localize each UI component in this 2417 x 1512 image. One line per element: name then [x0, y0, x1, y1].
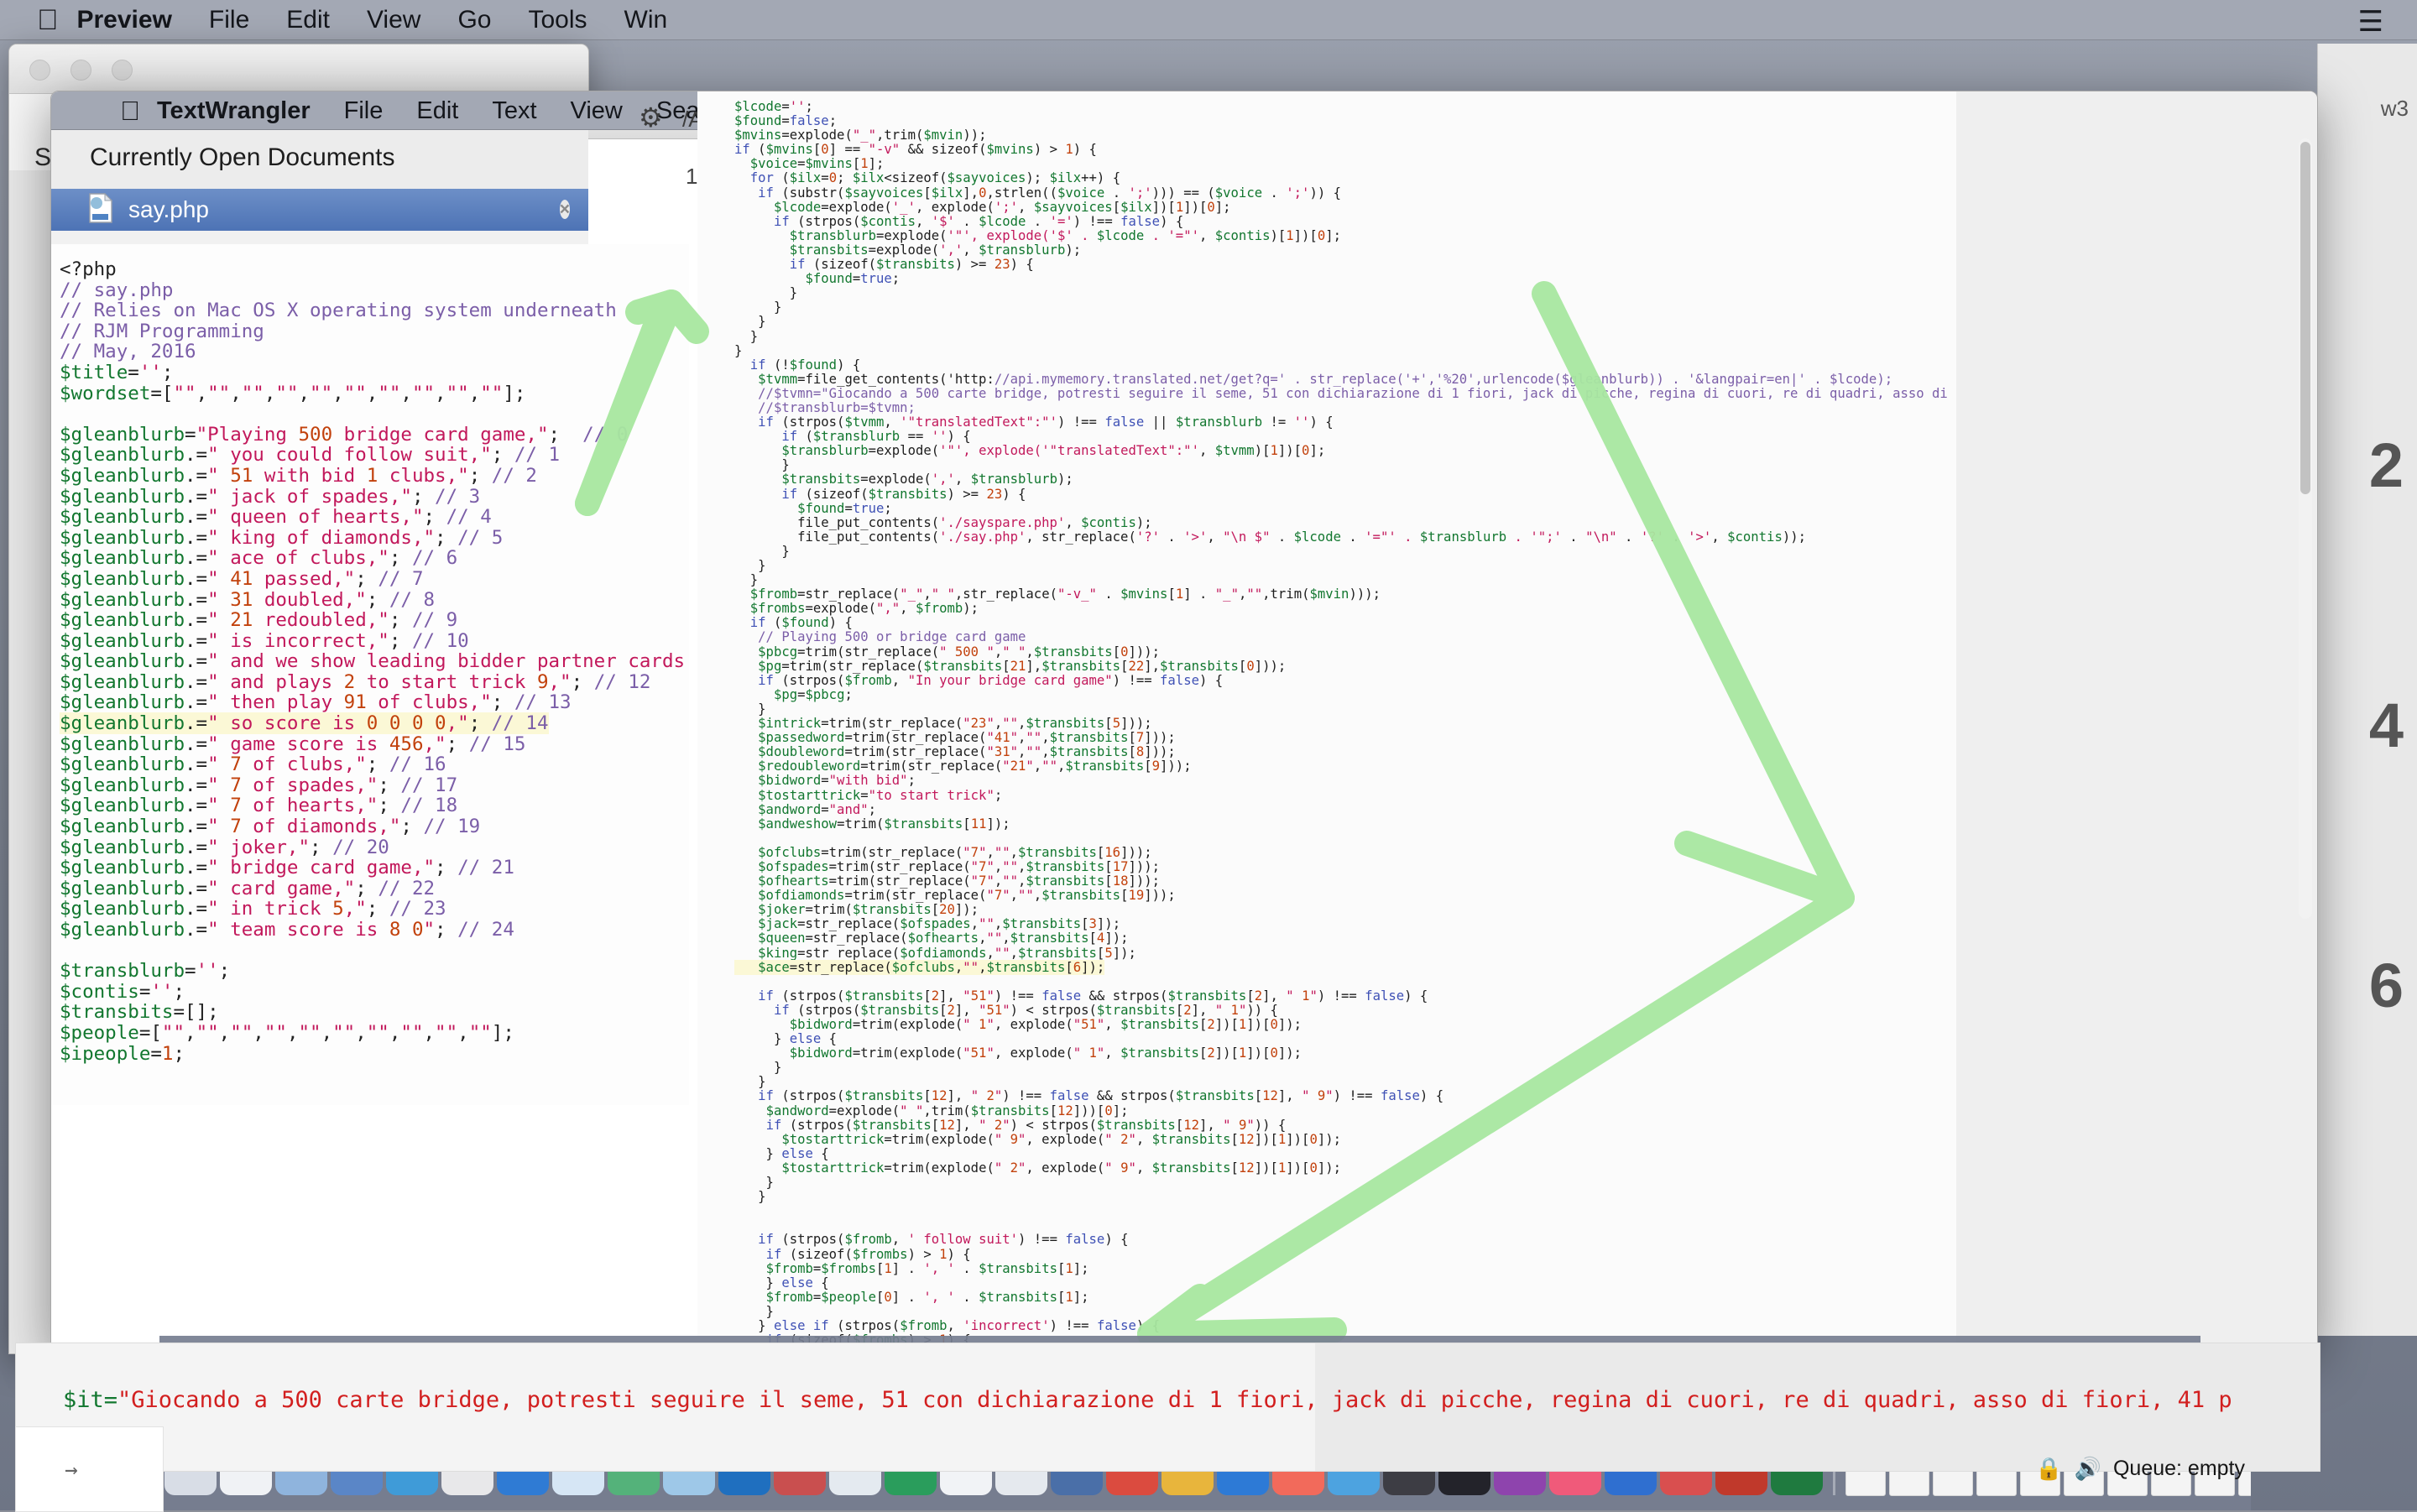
overlay-text-line: $it="Giocando a 500 carte bridge, potres… — [63, 1387, 2232, 1413]
apple-icon[interactable]:  — [37, 6, 59, 34]
menu-item-preview[interactable]: Preview — [59, 6, 191, 34]
open-document-name: say.php — [128, 196, 209, 222]
list-menu-icon[interactable]: ☰ — [2358, 5, 2383, 39]
lock-icon: 🔒 — [2035, 1456, 2063, 1481]
bottom-left-corner-card: → — [15, 1426, 164, 1512]
preview-traffic-lights — [29, 60, 133, 81]
editor-vertical-scrollbar-thumb[interactable] — [2300, 142, 2310, 494]
main-code-editor[interactable]: $lcode=''; $found=false; $mvins=explode(… — [697, 91, 2317, 1350]
close-button[interactable] — [29, 60, 50, 81]
menu-item-edit[interactable]: Edit — [399, 97, 475, 125]
open-document-row-say-php[interactable]: say.php × — [51, 189, 588, 231]
left-code-pane[interactable]: <?php // say.php // Relies on Mac OS X o… — [51, 244, 689, 1105]
cursor-glyph: → — [65, 1457, 78, 1483]
menu-item-view[interactable]: View — [554, 97, 639, 125]
php-file-icon — [88, 192, 113, 227]
menu-item-go[interactable]: Go — [439, 6, 509, 34]
background-page-label-1: 2 — [2368, 430, 2404, 500]
close-icon-label: × — [559, 200, 570, 219]
menu-item-textwrangler[interactable]: TextWrangler — [140, 97, 327, 125]
menubar-preview:  Preview File Edit View Go Tools Win — [0, 0, 2417, 40]
menu-item-view[interactable]: View — [348, 6, 439, 34]
minimize-button[interactable] — [70, 60, 91, 81]
gear-icon[interactable]: ⚙ — [639, 102, 663, 133]
open-documents-title: Currently Open Documents — [90, 143, 395, 171]
menu-item-file[interactable]: File — [327, 97, 400, 125]
overlay-italian-string: "Giocando a 500 carte bridge, potresti s… — [117, 1387, 2232, 1413]
main-code-text-area: $lcode=''; $found=false; $mvins=explode(… — [697, 91, 2317, 1350]
menu-item-file[interactable]: File — [191, 6, 268, 34]
open-document-row-partial[interactable] — [51, 231, 588, 245]
queue-status-bar: 🔒 🔊 Queue: empty — [2035, 1456, 2245, 1482]
left-code-text: <?php // say.php // Relies on Mac OS X o… — [60, 258, 686, 1065]
menu-item-window[interactable]: Win — [606, 6, 686, 34]
open-documents-drawer: Currently Open Documents — [51, 130, 588, 190]
background-page-label-0: w3 — [2380, 96, 2409, 121]
background-page-label-2: 4 — [2368, 691, 2404, 760]
background-document-sliver: w3 2 4 6 — [2317, 44, 2417, 1336]
menu-item-edit[interactable]: Edit — [268, 6, 348, 34]
close-document-icon[interactable]: × — [559, 197, 570, 222]
textwrangler-window:  TextWrangler File Edit Text View Searc… — [50, 91, 2318, 1351]
apple-icon[interactable]:  — [120, 97, 140, 124]
zoom-button[interactable] — [112, 60, 133, 81]
menu-item-text[interactable]: Text — [475, 97, 553, 125]
preview-titlebar — [9, 44, 588, 94]
menu-item-tools[interactable]: Tools — [509, 6, 605, 34]
bottom-text-overlay-panel: $it="Giocando a 500 carte bridge, potres… — [15, 1343, 2320, 1472]
queue-status-label: Queue: empty — [2112, 1457, 2245, 1480]
background-page-label-3: 6 — [2368, 951, 2404, 1020]
main-code-text: $lcode=''; $found=false; $mvins=explode(… — [734, 99, 2317, 1350]
editor-line-number-indicator: 1 — [686, 164, 698, 189]
volume-icon: 🔊 — [2074, 1456, 2101, 1481]
editor-right-margin — [1956, 91, 2317, 1350]
overlay-variable-prefix: $it= — [63, 1387, 118, 1413]
